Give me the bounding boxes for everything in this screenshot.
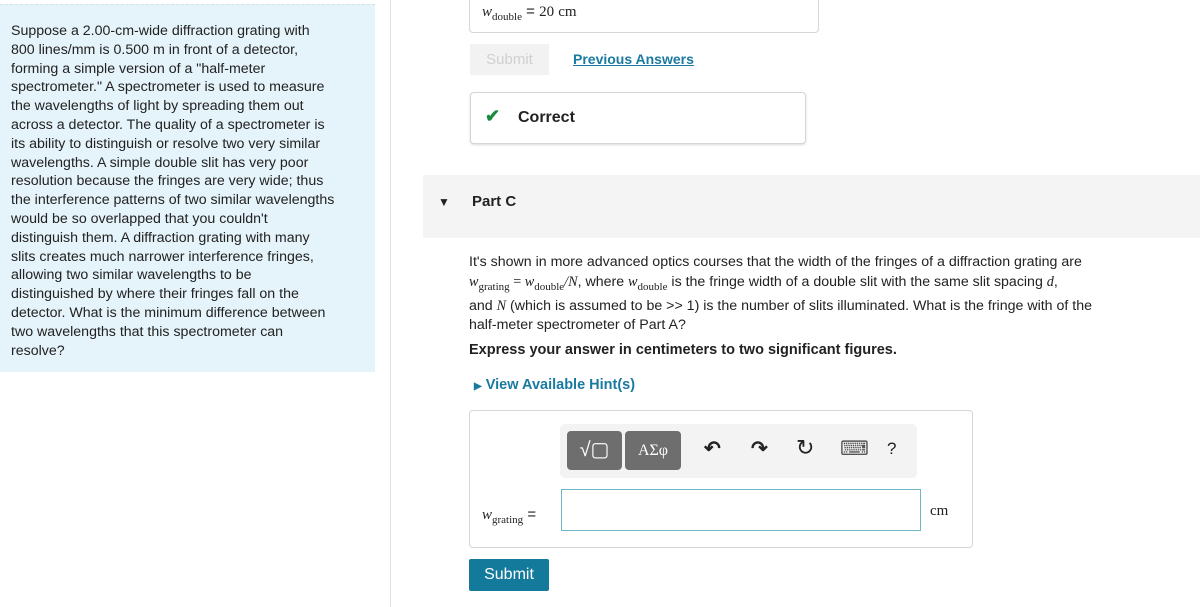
equals: = [526, 3, 535, 20]
view-hints-link[interactable]: ▶ View Available Hint(s) [474, 377, 635, 393]
undo-icon[interactable]: ↶ [704, 436, 721, 461]
math: grating [478, 280, 510, 293]
var: w [482, 4, 493, 20]
unit: cm [558, 4, 577, 20]
text: (which is assumed to be >> 1) is the num… [506, 297, 1092, 314]
answer-unit: cm [930, 503, 949, 519]
templates-button[interactable]: √▢ [567, 431, 622, 470]
part-c-title: Part C [472, 193, 517, 210]
part-b-submit-button[interactable]: Submit [470, 44, 549, 75]
reset-icon[interactable]: ↻ [796, 435, 814, 461]
submit-button[interactable]: Submit [469, 559, 549, 591]
text: is the fringe width of a double slit wit… [667, 273, 1047, 290]
part-c-header[interactable]: ▼ Part C [423, 175, 1200, 238]
math: double [637, 280, 668, 293]
math: w [628, 273, 638, 290]
part-b-answer: wdouble = 20 cm [482, 3, 577, 23]
question-line: wgrating = wdouble/N, where wdouble is t… [469, 273, 1058, 293]
question-line: It's shown in more advanced optics cours… [469, 254, 1082, 270]
feedback-text: Correct [518, 109, 575, 126]
checkmark-icon: ✔ [485, 106, 501, 126]
part-c-question: It's shown in more advanced optics cours… [469, 253, 1189, 336]
var-sub: double [492, 11, 522, 23]
instruction: Express your answer in centimeters to tw… [469, 342, 897, 358]
question-line: half-meter spectrometer of Part A? [469, 317, 686, 334]
symbols-button[interactable]: ΑΣφ [625, 431, 681, 470]
previous-answers-link[interactable]: Previous Answers [573, 51, 694, 67]
part-b-answer-box: wdouble = 20 cm [469, 0, 819, 33]
math-toolbar: √▢ ΑΣφ ↶ ↷ ↻ ⌨ ? [560, 424, 917, 478]
hints-label: View Available Hint(s) [485, 377, 636, 393]
var: w [482, 507, 493, 523]
problem-statement-panel: Suppose a 2.00-cm-wide diffraction grati… [0, 4, 375, 372]
value: 20 [539, 4, 555, 20]
math: N [496, 297, 507, 314]
math: w [524, 273, 535, 290]
keyboard-icon[interactable]: ⌨ [840, 436, 869, 461]
help-icon[interactable]: ? [887, 439, 896, 459]
collapse-triangle-icon[interactable]: ▼ [438, 195, 450, 209]
feedback-box: ✔ Correct [470, 92, 806, 144]
text: , where [577, 273, 629, 290]
divider [390, 0, 391, 607]
math: /N [564, 273, 578, 290]
answer-box: √▢ ΑΣφ ↶ ↷ ↻ ⌨ ? wgrating = cm [469, 410, 973, 548]
math: double [534, 280, 565, 293]
problem-text: Suppose a 2.00-cm-wide diffraction grati… [11, 23, 335, 359]
redo-icon[interactable]: ↷ [751, 436, 768, 461]
var-sub: grating [492, 514, 524, 526]
question-line: and N (which is assumed to be >> 1) is t… [469, 297, 1189, 317]
math: d [1046, 273, 1054, 290]
math: = [509, 273, 525, 290]
text: and [469, 297, 497, 314]
equals: = [527, 506, 537, 523]
answer-label: wgrating = [482, 506, 536, 526]
answer-input[interactable] [561, 489, 921, 531]
expand-triangle-icon: ▶ [474, 381, 482, 392]
